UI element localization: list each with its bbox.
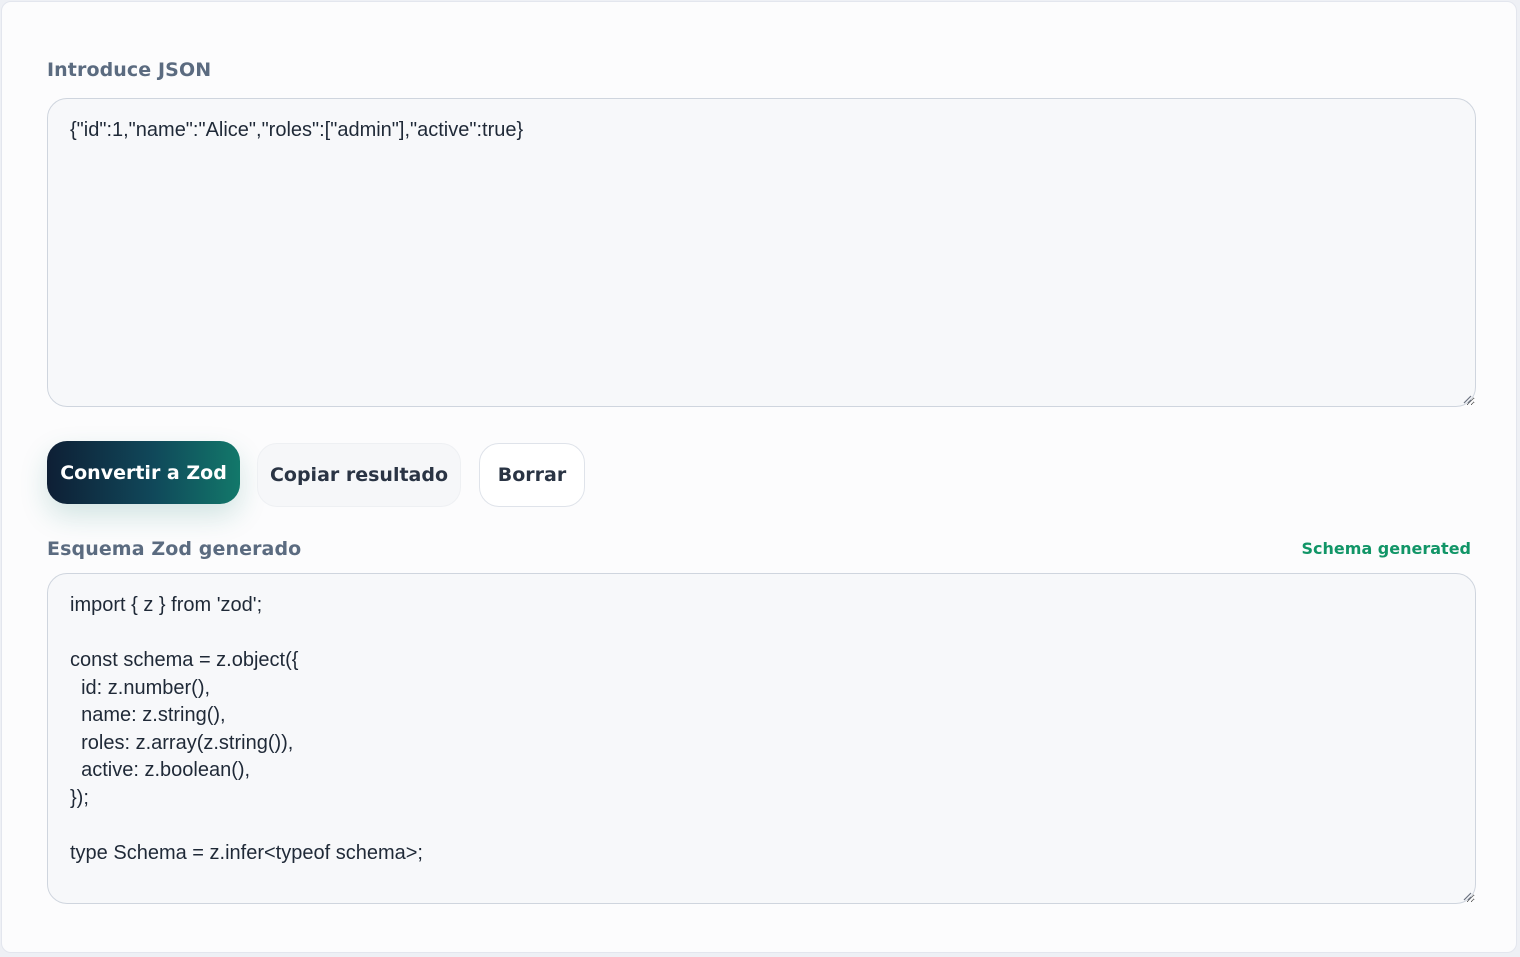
status-text: Schema generated — [1301, 539, 1471, 558]
converter-card: Introduce JSON {"id":1,"name":"Alice","r… — [1, 1, 1517, 953]
json-input-label: Introduce JSON — [47, 59, 212, 81]
copy-result-button[interactable]: Copiar resultado — [257, 443, 461, 507]
zod-output-label: Esquema Zod generado — [47, 538, 302, 560]
convert-to-zod-button[interactable]: Convertir a Zod — [47, 441, 240, 504]
zod-output-textarea[interactable]: import { z } from 'zod'; const schema = … — [47, 573, 1476, 904]
clear-button[interactable]: Borrar — [479, 443, 585, 507]
json-input-textarea[interactable]: {"id":1,"name":"Alice","roles":["admin"]… — [47, 98, 1476, 407]
